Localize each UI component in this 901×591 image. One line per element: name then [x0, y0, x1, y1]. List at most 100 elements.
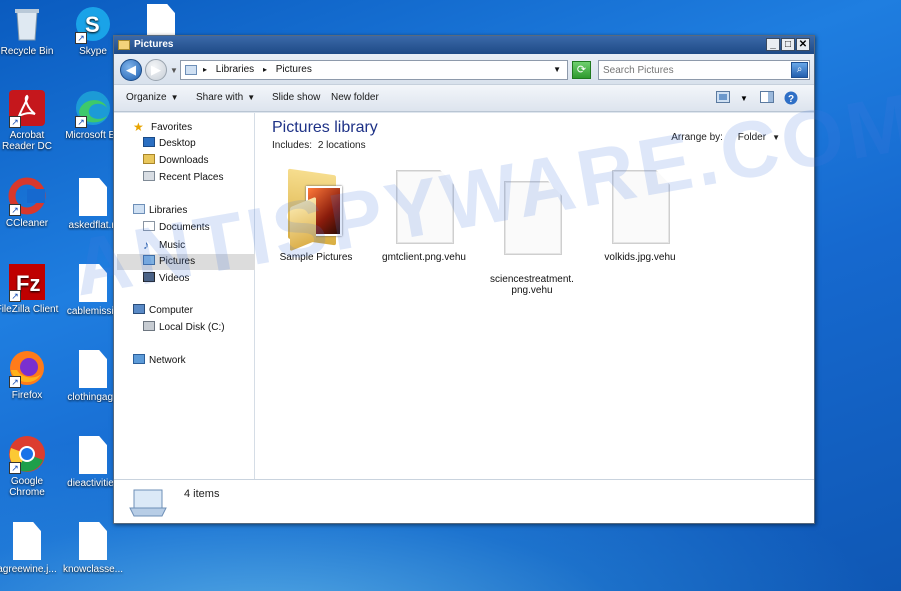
nav-pictures[interactable]: Pictures: [117, 254, 255, 270]
breadcrumb-separator-icon[interactable]: ▸: [263, 65, 267, 74]
svg-text:S: S: [85, 12, 100, 37]
desktop-icon-recycle-bin[interactable]: Recycle Bin: [0, 4, 62, 57]
desktop-icon-ccleaner[interactable]: ↗ CCleaner: [0, 176, 62, 229]
maximize-button[interactable]: □: [781, 38, 795, 51]
back-arrow-icon: ◀: [126, 62, 136, 77]
folder-icon: [286, 168, 346, 252]
help-button[interactable]: ?: [784, 91, 798, 105]
desktop-icon-chrome[interactable]: ↗ Google Chrome: [0, 434, 62, 498]
filezilla-icon: Fz ↗: [7, 262, 47, 302]
folder-icon: [118, 40, 130, 50]
nav-desktop[interactable]: Desktop: [117, 136, 255, 152]
shortcut-arrow-icon: ↗: [9, 116, 21, 128]
search-icon[interactable]: ⌕: [791, 62, 808, 78]
arrange-by: Arrange by: Folder ▼: [671, 132, 780, 143]
shortcut-arrow-icon: ↗: [9, 204, 21, 216]
blank-file-icon: [394, 168, 454, 248]
chrome-icon: ↗: [7, 434, 47, 474]
desktop-icon-acrobat[interactable]: ↗ Acrobat Reader DC: [0, 88, 62, 152]
desktop-icon-firefox[interactable]: ↗ Firefox: [0, 348, 62, 401]
file-name: sciencestreatment. png.vehu: [490, 274, 574, 296]
nav-music[interactable]: ♪ Music: [117, 237, 255, 253]
desktop-icon: [143, 137, 155, 147]
organize-label: Organize: [126, 92, 167, 103]
shortcut-arrow-icon: ↗: [75, 116, 87, 128]
nav-favorites[interactable]: ★ Favorites: [117, 119, 255, 135]
videos-icon: [143, 272, 155, 282]
document-icon: [7, 522, 47, 562]
computer-icon: [133, 304, 145, 314]
nav-documents[interactable]: Documents: [117, 220, 255, 236]
file-item-gmtclient[interactable]: gmtclient.png.vehu: [376, 168, 472, 263]
arrange-by-dropdown[interactable]: Folder ▼: [738, 132, 780, 143]
nav-libraries[interactable]: Libraries: [117, 203, 255, 219]
nav-local-disk[interactable]: Local Disk (C:): [117, 320, 255, 336]
details-pane: 4 items: [114, 479, 814, 523]
title-bar[interactable]: Pictures _ □ ✕: [114, 36, 814, 54]
document-icon: [73, 436, 113, 476]
desktop-icon-knowclasse[interactable]: knowclasse...: [58, 522, 128, 575]
edge-icon: ↗: [73, 88, 113, 128]
address-bar[interactable]: ▸ Libraries ▸ Pictures ▼: [180, 60, 568, 80]
organize-button[interactable]: Organize ▼: [126, 92, 179, 103]
file-name: volkids.jpg.vehu: [604, 252, 676, 263]
shortcut-arrow-icon: ↗: [9, 376, 21, 388]
refresh-button[interactable]: ⟳: [572, 61, 591, 79]
new-folder-button[interactable]: New folder: [331, 92, 379, 103]
file-item-sciencestreatment[interactable]: sciencestreatment. png.vehu: [484, 168, 580, 296]
preview-pane-button[interactable]: [760, 91, 774, 105]
documents-icon: [143, 221, 155, 231]
svg-text:?: ?: [788, 94, 794, 105]
chevron-down-icon: ▼: [247, 93, 256, 102]
back-button[interactable]: ◀: [120, 59, 142, 81]
recycle-bin-icon: [7, 4, 47, 44]
library-includes: Includes: 2 locations: [272, 140, 366, 151]
search-box: ⌕: [598, 60, 810, 80]
document-icon: [73, 522, 113, 562]
file-name: Sample Pictures: [279, 252, 353, 263]
breadcrumb-separator-icon[interactable]: ▸: [203, 65, 207, 74]
blank-file-icon: [610, 168, 670, 248]
shortcut-arrow-icon: ↗: [9, 290, 21, 302]
shortcut-arrow-icon: ↗: [9, 462, 21, 474]
desktop-icon-filezilla[interactable]: Fz ↗ FileZilla Client: [0, 262, 62, 315]
pictures-library-icon: [128, 488, 168, 518]
library-icon: [185, 65, 197, 75]
preview-pane-icon: [760, 91, 774, 103]
blank-file-icon: [502, 179, 562, 259]
recent-pages-dropdown[interactable]: ▼: [170, 66, 178, 75]
view-icon: [716, 91, 730, 103]
file-item-volkids[interactable]: volkids.jpg.vehu: [592, 168, 688, 263]
document-icon: [73, 350, 113, 390]
view-options-button[interactable]: [716, 91, 730, 105]
nav-videos[interactable]: Videos: [117, 271, 255, 287]
share-with-button[interactable]: Share with ▼: [196, 92, 255, 103]
slide-show-button[interactable]: Slide show: [272, 92, 320, 103]
item-count: 4 items: [184, 488, 220, 500]
forward-button[interactable]: ▶: [145, 59, 167, 81]
file-view: Pictures library Includes: 2 locations A…: [260, 113, 814, 479]
explorer-window: Pictures _ □ ✕ ◀ ▶ ▼ ▸ Libraries ▸ Pictu…: [113, 35, 815, 524]
library-title: Pictures library: [272, 119, 378, 136]
nav-computer[interactable]: Computer: [117, 303, 255, 319]
includes-locations-link[interactable]: 2 locations: [318, 140, 366, 151]
document-icon: [73, 264, 113, 304]
breadcrumb-libraries[interactable]: Libraries: [216, 64, 254, 75]
acrobat-icon: ↗: [7, 88, 47, 128]
forward-arrow-icon: ▶: [151, 62, 161, 77]
address-bar-row: ◀ ▶ ▼ ▸ Libraries ▸ Pictures ▼ ⟳ ⌕: [114, 54, 814, 84]
nav-network[interactable]: Network: [117, 353, 255, 369]
view-dropdown-icon[interactable]: ▼: [740, 94, 748, 108]
hard-drive-icon: [143, 321, 155, 331]
address-dropdown-icon[interactable]: ▼: [553, 61, 561, 79]
breadcrumb-pictures[interactable]: Pictures: [276, 64, 312, 75]
search-input[interactable]: [599, 61, 785, 79]
close-button[interactable]: ✕: [796, 38, 810, 51]
nav-recent-places[interactable]: Recent Places: [117, 170, 255, 186]
help-icon: ?: [784, 91, 798, 105]
minimize-button[interactable]: _: [766, 38, 780, 51]
desktop-icon-agreewine[interactable]: agreewine.j...: [0, 522, 62, 575]
pictures-icon: [143, 255, 155, 265]
nav-downloads[interactable]: Downloads: [117, 153, 255, 169]
file-item-sample-pictures[interactable]: Sample Pictures: [268, 168, 364, 263]
